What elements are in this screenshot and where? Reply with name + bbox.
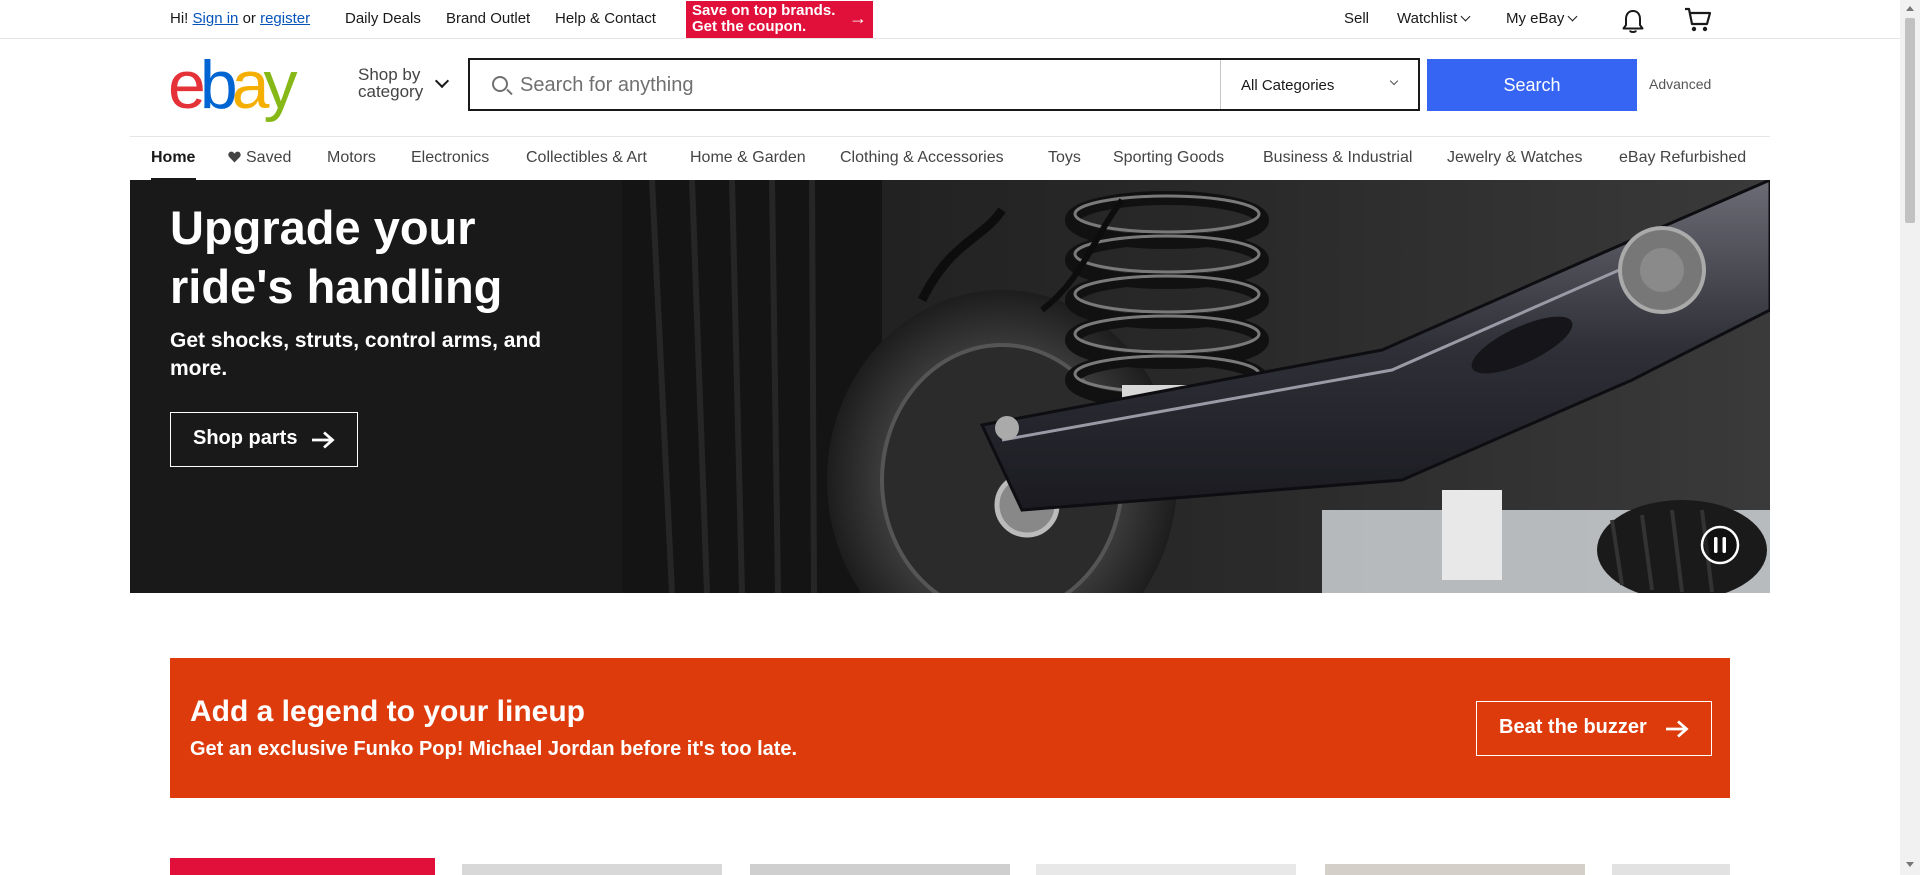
or-text: or: [242, 10, 256, 27]
chevron-down-icon: [1460, 11, 1471, 22]
search-button[interactable]: Search: [1427, 59, 1637, 111]
nav-item-toys[interactable]: Toys: [1048, 149, 1081, 167]
banner-title: Add a legend to your lineup: [190, 695, 586, 728]
page-scrollbar[interactable]: [1900, 0, 1920, 875]
product-card[interactable]: [1325, 864, 1585, 875]
greeting-text: Hi!: [170, 10, 189, 27]
nav-item-business[interactable]: Business & Industrial: [1263, 149, 1412, 167]
product-card[interactable]: [462, 864, 722, 875]
category-nav: Home Saved Motors Electronics Collectibl…: [130, 136, 1770, 180]
logo-letter: a: [231, 47, 270, 123]
my-ebay-menu[interactable]: My eBay: [1506, 10, 1578, 27]
search-icon: [492, 76, 508, 92]
nav-item-refurbished[interactable]: eBay Refurbished: [1619, 149, 1746, 167]
nav-item-sporting-goods[interactable]: Sporting Goods: [1113, 149, 1224, 167]
cart-icon[interactable]: [1683, 6, 1713, 34]
shop-by-category-button[interactable]: Shop by category: [358, 66, 423, 100]
beat-the-buzzer-button[interactable]: Beat the buzzer: [1476, 701, 1712, 756]
hero-title: Upgrade your ride's handling: [170, 201, 503, 313]
help-contact-link[interactable]: Help & Contact: [555, 10, 656, 27]
product-card[interactable]: [750, 864, 1010, 875]
promo-line-1: Save on top brands.: [692, 2, 836, 19]
logo-letter: b: [199, 47, 238, 123]
promo-card[interactable]: [170, 858, 435, 875]
product-card[interactable]: [1036, 864, 1296, 875]
chevron-down-icon: [1389, 76, 1399, 86]
register-link[interactable]: register: [260, 10, 310, 27]
nav-item-home-garden[interactable]: Home & Garden: [690, 149, 806, 167]
shop-parts-button[interactable]: Shop parts: [170, 412, 358, 467]
watchlist-menu[interactable]: Watchlist: [1397, 10, 1471, 27]
logo-letter: y: [263, 47, 297, 123]
chevron-down-icon[interactable]: [434, 73, 450, 89]
nav-item-motors[interactable]: Motors: [327, 149, 376, 167]
nav-item-electronics[interactable]: Electronics: [411, 149, 489, 167]
category-select[interactable]: All Categories: [1220, 60, 1420, 109]
top-utility-bar: Hi! Sign in or register Daily Deals Bran…: [0, 0, 1900, 39]
sign-in-link[interactable]: Sign in: [193, 10, 239, 27]
scroll-down-arrow-icon[interactable]: [1906, 862, 1914, 867]
search-input[interactable]: [520, 72, 1200, 98]
shop-by-label: Shop by: [358, 65, 421, 84]
daily-deals-link[interactable]: Daily Deals: [345, 10, 421, 27]
scroll-up-arrow-icon[interactable]: [1906, 6, 1914, 11]
category-select-value: All Categories: [1241, 77, 1335, 94]
search-bar: All Categories: [468, 58, 1420, 111]
sell-link[interactable]: Sell: [1344, 10, 1369, 27]
hero-carousel: Upgrade your ride's handling Get shocks,…: [130, 180, 1770, 593]
nav-item-collectibles[interactable]: Collectibles & Art: [526, 149, 647, 167]
nav-item-clothing[interactable]: Clothing & Accessories: [840, 149, 1004, 167]
logo-letter: e: [168, 47, 206, 123]
watchlist-label: Watchlist: [1397, 10, 1458, 27]
promo-line-2: Get the coupon.: [692, 18, 807, 35]
product-card[interactable]: [1612, 864, 1730, 875]
ebay-logo[interactable]: ebay: [168, 47, 297, 123]
pause-icon[interactable]: [1700, 525, 1740, 565]
brand-outlet-link[interactable]: Brand Outlet: [446, 10, 530, 27]
hero-subtitle: Get shocks, struts, control arms, and mo…: [170, 329, 542, 380]
shop-parts-label: Shop parts: [193, 427, 298, 449]
suspension-photo: [622, 180, 1770, 593]
chevron-down-icon: [1567, 11, 1578, 22]
nav-item-jewelry[interactable]: Jewelry & Watches: [1447, 149, 1582, 167]
beat-the-buzzer-label: Beat the buzzer: [1499, 716, 1647, 738]
category-label: category: [358, 82, 424, 101]
nav-item-home[interactable]: Home: [151, 149, 195, 167]
arrow-right-icon: →: [849, 8, 867, 28]
my-ebay-label: My eBay: [1506, 10, 1565, 27]
advanced-search-link[interactable]: Advanced: [1649, 76, 1711, 92]
greeting: Hi! Sign in or register: [170, 10, 310, 27]
heart-icon: [228, 151, 241, 163]
promo-banner: Add a legend to your lineup Get an exclu…: [170, 658, 1730, 798]
notification-bell-icon[interactable]: [1620, 8, 1646, 34]
promo-coupon-banner[interactable]: Save on top brands. Get the coupon. →: [686, 1, 873, 38]
nav-item-saved-label: Saved: [246, 149, 292, 166]
banner-subtitle: Get an exclusive Funko Pop! Michael Jord…: [190, 738, 798, 760]
nav-item-saved[interactable]: Saved: [228, 149, 291, 167]
arrow-right-icon: [1666, 720, 1689, 738]
scrollbar-thumb[interactable]: [1905, 18, 1915, 223]
arrow-right-icon: [312, 431, 335, 449]
